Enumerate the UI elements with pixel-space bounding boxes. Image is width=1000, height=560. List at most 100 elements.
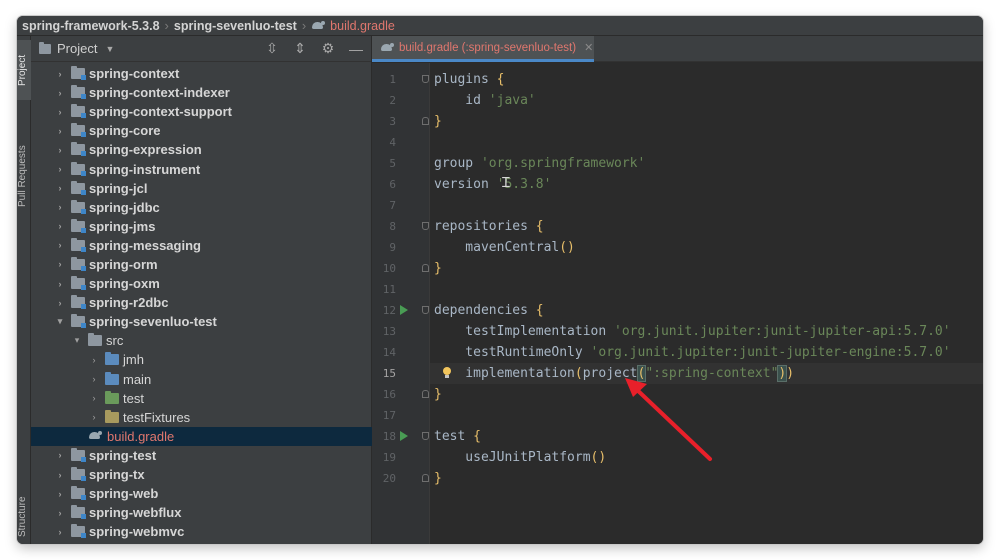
chevron-right-icon[interactable]: › — [55, 145, 65, 155]
tree-item[interactable]: ▾ spring-sevenluo-test — [31, 312, 372, 331]
chevron-right-icon[interactable]: › — [55, 527, 65, 537]
code-line[interactable]: plugins { — [430, 69, 983, 90]
tree-item[interactable]: › spring-context-indexer — [31, 83, 372, 102]
code-line[interactable] — [430, 195, 983, 216]
chevron-right-icon[interactable]: › — [89, 412, 99, 422]
code-line[interactable] — [430, 132, 983, 153]
code-line[interactable]: } — [430, 384, 983, 405]
tree-item[interactable]: build.gradle — [31, 426, 372, 446]
fold-marker-icon[interactable] — [422, 474, 429, 482]
code-line[interactable]: test { — [430, 426, 983, 447]
code-area[interactable]: plugins { id 'java'} group 'org.springfra… — [430, 63, 983, 544]
tree-item[interactable]: › spring-orm — [31, 255, 372, 274]
tree-item[interactable]: ▾ src — [31, 331, 372, 350]
run-icon[interactable] — [400, 431, 408, 441]
tool-window-pull-requests-tab[interactable]: Pull Requests — [17, 136, 31, 216]
fold-marker-icon[interactable] — [422, 306, 429, 314]
chevron-right-icon[interactable]: › — [55, 240, 65, 250]
code-line[interactable]: id 'java' — [430, 90, 983, 111]
tree-item[interactable]: › spring-context-support — [31, 102, 372, 121]
code-line[interactable]: group 'org.springframework' — [430, 153, 983, 174]
tree-item[interactable]: › spring-instrument — [31, 159, 372, 178]
tree-item[interactable]: › spring-jms — [31, 217, 372, 236]
fold-marker-icon[interactable] — [422, 117, 429, 125]
tree-item[interactable]: › main — [31, 370, 372, 389]
code-line[interactable]: dependencies { — [430, 300, 983, 321]
code-line[interactable]: useJUnitPlatform() — [430, 447, 983, 468]
chevron-right-icon[interactable]: › — [55, 279, 65, 289]
chevron-right-icon[interactable]: › — [55, 183, 65, 193]
code-line[interactable]: implementation(project(":spring-context"… — [430, 363, 983, 384]
tree-item-label: test — [123, 390, 144, 406]
chevron-right-icon[interactable]: › — [55, 107, 65, 117]
code-line[interactable]: version '5.3.8' — [430, 174, 983, 195]
tree-item[interactable]: › jmh — [31, 350, 372, 369]
gear-icon[interactable]: ⚙ — [321, 40, 335, 57]
chevron-right-icon[interactable]: › — [55, 298, 65, 308]
code-line[interactable]: mavenCentral() — [430, 237, 983, 258]
tree-item[interactable]: › spring-messaging — [31, 236, 372, 255]
lightbulb-icon[interactable] — [442, 367, 452, 379]
code-line[interactable]: testImplementation 'org.junit.jupiter:ju… — [430, 321, 983, 342]
expand-all-icon[interactable]: ⇳ — [265, 40, 279, 57]
minimize-icon[interactable]: — — [349, 41, 363, 57]
chevron-right-icon[interactable]: › — [55, 221, 65, 231]
tree-item[interactable]: › spring-jcl — [31, 179, 372, 198]
run-icon[interactable] — [400, 305, 408, 315]
chevron-down-icon[interactable]: ▾ — [72, 335, 82, 346]
chevron-right-icon[interactable]: › — [55, 164, 65, 174]
tree-item[interactable]: › spring-webflux — [31, 503, 372, 522]
tool-window-structure-tab[interactable]: Structure — [17, 491, 31, 543]
tree-item[interactable]: › spring-jdbc — [31, 198, 372, 217]
chevron-right-icon[interactable]: › — [89, 355, 99, 365]
chevron-right-icon[interactable]: › — [55, 202, 65, 212]
module-folder-icon — [71, 256, 86, 271]
chevron-right-icon[interactable]: › — [55, 69, 65, 79]
project-view-selector[interactable]: Project — [57, 41, 97, 56]
tree-item[interactable]: › spring-tx — [31, 465, 372, 484]
chevron-right-icon[interactable]: › — [55, 470, 65, 480]
tree-item[interactable]: › test — [31, 389, 372, 408]
tree-item[interactable]: › spring-web — [31, 484, 372, 503]
tree-item-label: spring-context-indexer — [89, 85, 230, 101]
chevron-right-icon[interactable]: › — [55, 126, 65, 136]
breadcrumb-item-file[interactable]: build.gradle — [330, 19, 395, 33]
tree-item[interactable]: › spring-core — [31, 121, 372, 140]
tree-item[interactable]: › spring-test — [31, 446, 372, 465]
code-line[interactable] — [430, 279, 983, 300]
fold-marker-icon[interactable] — [422, 390, 429, 398]
code-line[interactable]: repositories { — [430, 216, 983, 237]
chevron-right-icon[interactable]: › — [55, 489, 65, 499]
editor-tab-build-gradle[interactable]: build.gradle (:spring-sevenluo-test) ✕ — [372, 36, 594, 62]
chevron-right-icon[interactable]: › — [55, 508, 65, 518]
tree-item[interactable]: › spring-expression — [31, 140, 372, 159]
chevron-right-icon[interactable]: › — [89, 374, 99, 384]
fold-marker-icon[interactable] — [422, 75, 429, 83]
tree-item[interactable]: › spring-webmvc — [31, 522, 372, 541]
chevron-down-icon[interactable]: ▾ — [55, 316, 65, 327]
chevron-right-icon[interactable]: › — [55, 88, 65, 98]
tree-item[interactable]: › spring-oxm — [31, 274, 372, 293]
close-icon[interactable]: ✕ — [584, 41, 593, 54]
chevron-right-icon[interactable]: › — [55, 259, 65, 269]
tree-item[interactable]: › spring-context — [31, 64, 372, 83]
code-token: ) — [786, 366, 795, 381]
chevron-right-icon[interactable]: › — [55, 450, 65, 460]
breadcrumb-item-root[interactable]: spring-framework-5.3.8 — [22, 19, 160, 33]
tool-window-project-tab[interactable]: Project — [17, 40, 31, 100]
code-line[interactable]: } — [430, 468, 983, 489]
fold-marker-icon[interactable] — [422, 264, 429, 272]
code-line[interactable]: testRuntimeOnly 'org.junit.jupiter:junit… — [430, 342, 983, 363]
code-line[interactable]: } — [430, 258, 983, 279]
fold-marker-icon[interactable] — [422, 432, 429, 440]
caret-down-icon[interactable]: ▼ — [105, 44, 114, 54]
breadcrumb-item-module[interactable]: spring-sevenluo-test — [174, 19, 297, 33]
chevron-right-icon[interactable]: › — [89, 393, 99, 403]
code-token: 'org.junit.jupiter:junit-jupiter-api:5.7… — [614, 324, 951, 339]
tree-item[interactable]: › spring-r2dbc — [31, 293, 372, 312]
fold-marker-icon[interactable] — [422, 222, 429, 230]
code-line[interactable] — [430, 405, 983, 426]
code-line[interactable]: } — [430, 111, 983, 132]
collapse-all-icon[interactable]: ⇕ — [293, 40, 307, 57]
tree-item[interactable]: › testFixtures — [31, 408, 372, 427]
